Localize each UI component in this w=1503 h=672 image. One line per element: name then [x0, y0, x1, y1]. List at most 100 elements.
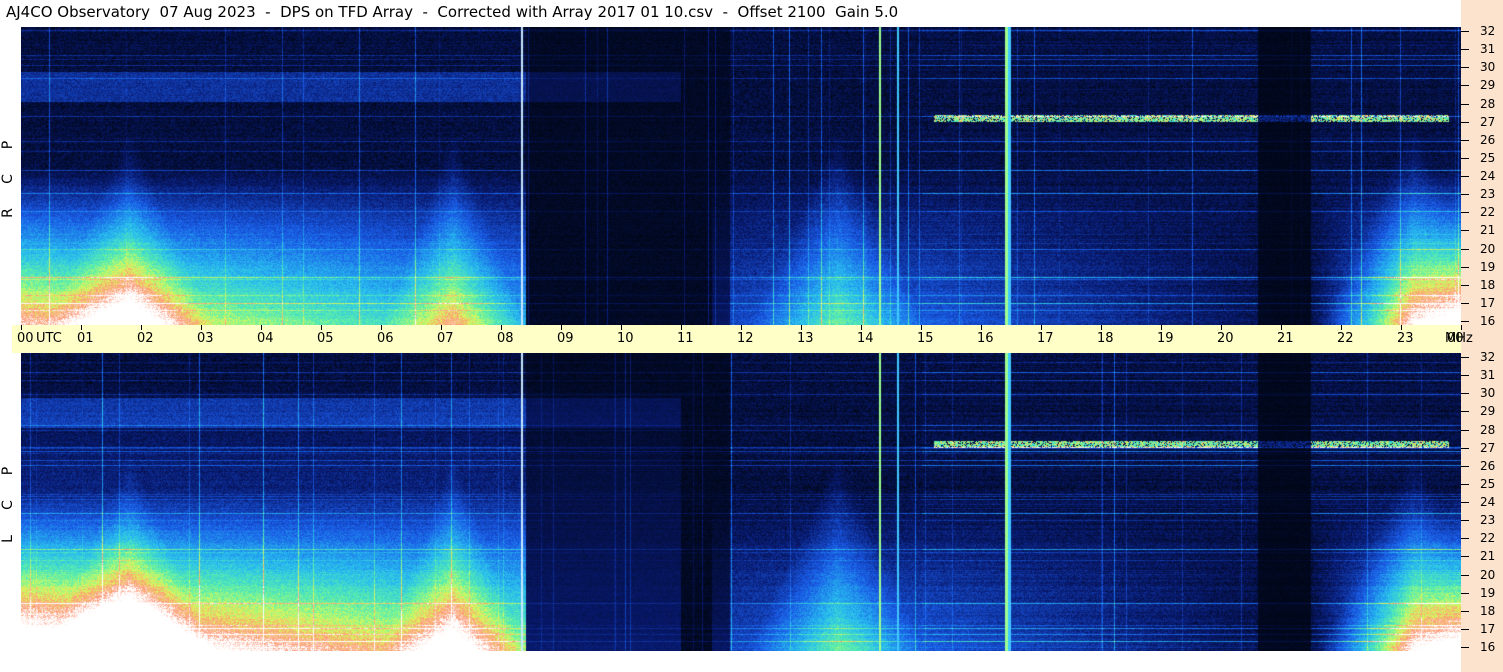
time-tick-mark	[801, 325, 802, 330]
time-tick-label: 01	[77, 331, 94, 346]
rcp-letter-p: P	[0, 140, 16, 150]
freq-tick-label: 26	[1480, 458, 1496, 473]
freq-tick-label: 28	[1480, 422, 1496, 437]
freq-tick-mark	[1461, 610, 1469, 612]
time-tick-label: 11	[677, 331, 694, 346]
time-tick-label: 19	[1157, 331, 1174, 346]
time-tick-mark	[981, 325, 982, 330]
freq-tick-label: 19	[1480, 259, 1496, 274]
time-tick-label: 12	[737, 331, 754, 346]
freq-tick-label: 20	[1480, 241, 1496, 256]
time-tick-mark	[1161, 325, 1162, 330]
freq-tick-mark	[1461, 266, 1469, 268]
freq-tick-mark	[1461, 447, 1469, 449]
freq-tick-label: 22	[1480, 205, 1496, 220]
freq-tick-mark	[1461, 483, 1469, 485]
time-tick-mark	[501, 325, 502, 330]
spectrogram-rcp	[21, 27, 1461, 325]
freq-tick-mark	[1461, 284, 1469, 286]
freq-tick-mark	[1461, 230, 1469, 232]
time-axis: 00 01 02 03 04 05 06 07 08 09 10 11 12 13 14 15 16 17 18 19…	[12, 325, 1473, 353]
time-tick-label: 14	[857, 331, 874, 346]
freq-tick-mark	[1461, 157, 1469, 159]
freq-tick-mark	[1461, 31, 1469, 32]
freq-tick-label: 16	[1480, 640, 1496, 654]
rcp-label: P C R	[0, 128, 16, 230]
page-title: AJ4CO Observatory 07 Aug 2023 - DPS on T…	[6, 3, 899, 21]
time-tick-label: 23	[1397, 331, 1414, 346]
time-tick-label: 05	[317, 331, 334, 346]
freq-tick-mark	[1461, 67, 1469, 69]
freq-tick-label: 32	[1480, 350, 1496, 364]
freq-tick-mark	[1461, 194, 1469, 196]
freq-tick-mark	[1461, 592, 1469, 594]
time-tick-label: 02	[137, 331, 154, 346]
corner-box	[1461, 0, 1503, 27]
freq-tick-label: 30	[1480, 386, 1496, 401]
time-tick-mark	[681, 325, 682, 330]
freq-tick-mark	[1461, 375, 1469, 377]
time-tick-label: 00	[17, 331, 34, 346]
time-tick-mark	[81, 325, 82, 330]
freq-tick-mark	[1461, 121, 1469, 123]
freq-tick-mark	[1461, 302, 1469, 304]
freq-tick-label: 29	[1480, 78, 1496, 93]
time-tick-mark	[1461, 325, 1462, 330]
freq-tick-label: 18	[1480, 603, 1496, 618]
freq-tick-mark	[1461, 628, 1469, 630]
freq-tick-mark	[1461, 574, 1469, 576]
freq-tick-mark	[1461, 357, 1469, 358]
spectrogram-lcp	[21, 353, 1461, 651]
freq-tick-mark	[1461, 176, 1469, 177]
freq-tick-label: 17	[1480, 621, 1496, 636]
freq-tick-label: 24	[1480, 169, 1496, 183]
time-tick-mark	[1221, 325, 1222, 330]
freq-tick-mark	[1461, 556, 1469, 558]
time-tick-label: 15	[917, 331, 934, 346]
freq-tick-label: 19	[1480, 585, 1496, 600]
lcp-letter-p: P	[0, 466, 16, 476]
freq-tick-mark	[1461, 411, 1469, 413]
freq-tick-label: 25	[1480, 476, 1496, 491]
time-tick-mark	[561, 325, 562, 330]
time-tick-mark	[21, 325, 22, 330]
freq-tick-label: 27	[1480, 440, 1496, 455]
freq-tick-label: 24	[1480, 495, 1496, 509]
time-tick-mark	[201, 325, 202, 330]
freq-tick-mark	[1461, 321, 1469, 322]
freq-tick-label: 30	[1480, 60, 1496, 75]
freq-tick-label: 20	[1480, 567, 1496, 582]
frequency-unit-label: MHz	[1445, 331, 1473, 346]
freq-tick-mark	[1461, 502, 1469, 503]
time-tick-label: 13	[797, 331, 814, 346]
freq-tick-mark	[1461, 103, 1469, 105]
time-tick-mark	[1281, 325, 1282, 330]
time-tick-label: 09	[557, 331, 574, 346]
freq-tick-mark	[1461, 212, 1469, 214]
freq-tick-label: 18	[1480, 277, 1496, 292]
freq-tick-label: 21	[1480, 549, 1496, 564]
freq-tick-label: 27	[1480, 114, 1496, 129]
freq-tick-label: 26	[1480, 132, 1496, 147]
lcp-letter-l: L	[0, 535, 16, 543]
time-tick-label: 17	[1037, 331, 1054, 346]
time-tick-mark	[861, 325, 862, 330]
freq-tick-mark	[1461, 85, 1469, 87]
freq-tick-label: 21	[1480, 223, 1496, 238]
freq-tick-mark	[1461, 647, 1469, 648]
freq-tick-label: 23	[1480, 187, 1496, 202]
freq-tick-label: 25	[1480, 150, 1496, 165]
freq-tick-mark	[1461, 538, 1469, 540]
lcp-label: P C L	[0, 454, 16, 556]
rcp-letter-c: C	[0, 174, 16, 184]
time-tick-label: 16	[977, 331, 994, 346]
time-tick-label: 18	[1097, 331, 1114, 346]
rcp-letter-r: R	[0, 208, 16, 218]
time-unit-label: UTC	[36, 331, 62, 346]
freq-tick-mark	[1461, 393, 1469, 395]
time-tick-mark	[621, 325, 622, 330]
time-tick-label: 07	[437, 331, 454, 346]
time-tick-label: 06	[377, 331, 394, 346]
freq-tick-mark	[1461, 465, 1469, 467]
time-tick-mark	[741, 325, 742, 330]
